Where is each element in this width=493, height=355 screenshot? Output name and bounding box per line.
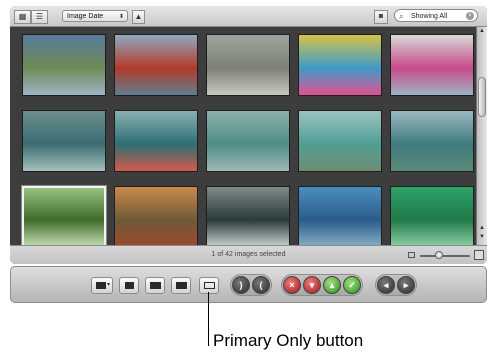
view-options-button[interactable]: ▾ [91,277,113,294]
previous-button[interactable]: ◂ [377,276,395,294]
stack-icon [125,282,134,289]
rotate-left-button[interactable]: ) [232,276,250,294]
status-bar: 1 of 42 images selected [10,245,487,264]
image-thumbnail[interactable] [390,34,474,96]
main-toolbar: ▾ ) ( × ▾ ▴ ✓ ◂ ▸ [10,266,487,303]
image-thumbnail[interactable] [114,34,198,96]
arrow-down-icon: ▾ [309,280,315,290]
grid-icon: ▦ [18,12,27,21]
secondary-viewer-button[interactable] [145,277,165,294]
filter-icon: ◙ [378,13,384,20]
rotate-right-icon: ( [259,280,263,290]
reject-button[interactable]: × [283,276,301,294]
stack-button[interactable] [119,277,139,294]
primary-only-icon [204,282,215,289]
primary-only-button[interactable] [199,277,219,294]
scroll-down-icon[interactable]: ▼ [478,234,486,240]
select-button[interactable]: ✓ [343,276,361,294]
image-thumbnail[interactable] [114,186,198,248]
rotate-right-button[interactable]: ( [252,276,270,294]
triangle-up-icon: ▲ [134,12,143,21]
image-thumbnail[interactable] [298,110,382,172]
callout-label: Primary Only button [213,331,364,350]
arrow-up-icon: ▴ [329,280,335,290]
updown-arrow-icon: ⬍ [118,14,124,20]
selection-status: 1 of 42 images selected [211,251,286,258]
sort-select[interactable]: Image Date ⬍ [62,10,128,22]
search-value: Showing All [411,13,448,20]
dual-viewer-button[interactable] [171,277,191,294]
monitor-icon [96,282,106,289]
thumbnail-grid [10,27,476,248]
increase-rating-button[interactable]: ▴ [323,276,341,294]
thumbnail-size-knob[interactable] [435,251,443,259]
large-thumbnail-icon [474,250,484,260]
list-view-button[interactable]: ☰ [31,10,48,24]
checkmark-icon: ✓ [348,280,356,290]
list-icon: ☰ [35,12,44,21]
scroll-up-icon[interactable]: ▲ [478,225,486,231]
image-thumbnail[interactable] [206,34,290,96]
image-thumbnail[interactable] [206,110,290,172]
sort-direction-button[interactable]: ▲ [132,10,145,24]
image-thumbnail[interactable] [114,110,198,172]
clear-icon[interactable]: × [466,12,474,20]
secondary-icon [150,282,161,289]
search-icon: ⌕ [399,12,404,21]
scroll-thumb[interactable] [478,77,486,117]
image-thumbnail[interactable] [206,186,290,248]
sort-select-value: Image Date [67,13,104,20]
next-button[interactable]: ▸ [397,276,415,294]
browser-panel: ▦ ☰ Image Date ⬍ ▲ ◙ ⌕ Showing All × ▲ ▲… [10,6,487,264]
image-thumbnail[interactable] [22,34,106,96]
image-thumbnail[interactable] [22,186,106,248]
vertical-scrollbar[interactable]: ▲ ▲ ▼ [476,27,487,245]
arrow-right-icon: ▸ [403,280,409,290]
dual-icon [176,282,187,289]
filter-button[interactable]: ◙ [374,10,388,24]
arrow-left-icon: ◂ [383,280,389,290]
chevron-down-icon: ▾ [107,282,111,288]
image-thumbnail[interactable] [390,186,474,248]
scroll-up-icon[interactable]: ▲ [478,28,486,34]
decrease-rating-button[interactable]: ▾ [303,276,321,294]
image-thumbnail[interactable] [22,110,106,172]
grid-view-button[interactable]: ▦ [14,10,31,24]
thumbnail-size-slider[interactable] [420,255,470,257]
rotate-left-icon: ) [239,280,243,290]
browser-toolbar: ▦ ☰ Image Date ⬍ ▲ ◙ ⌕ Showing All × [10,6,487,27]
image-thumbnail[interactable] [298,34,382,96]
search-field[interactable]: ⌕ Showing All × [394,9,478,22]
callout-line [208,292,209,346]
image-thumbnail[interactable] [390,110,474,172]
reject-icon: × [289,280,295,290]
small-thumbnail-icon [408,252,415,258]
image-thumbnail[interactable] [298,186,382,248]
